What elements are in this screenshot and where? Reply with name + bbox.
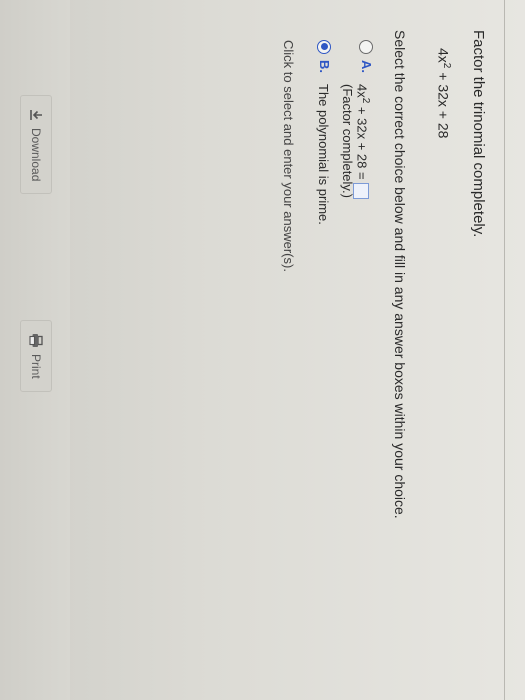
screen: Factor the trinomial completely. 4x2 + 3… bbox=[0, 0, 525, 700]
expr-base: 4x bbox=[435, 48, 452, 63]
print-label: Print bbox=[29, 354, 43, 379]
download-icon bbox=[29, 108, 43, 122]
choice-a-radio[interactable] bbox=[359, 40, 373, 54]
bottom-toolbar: Download Print bbox=[0, 0, 70, 700]
photo-stage: Factor the trinomial completely. 4x2 + 3… bbox=[0, 0, 525, 700]
choice-a-body: 4x2 + 32x + 28 = (Factor completely.) bbox=[338, 84, 374, 199]
choice-b-body: The polynomial is prime. bbox=[314, 84, 332, 225]
choice-a-note: (Factor completely.) bbox=[340, 84, 355, 198]
divider bbox=[504, 0, 505, 700]
choice-a-equation: 4x2 + 32x + 28 = bbox=[353, 84, 374, 199]
question-panel: Factor the trinomial completely. 4x2 + 3… bbox=[281, 30, 487, 670]
printer-icon bbox=[29, 333, 43, 348]
choice-a-base: 4x bbox=[354, 84, 370, 98]
download-button[interactable]: Download bbox=[20, 95, 52, 195]
choice-b-text: The polynomial is prime. bbox=[316, 84, 331, 225]
choice-a[interactable]: A. 4x2 + 32x + 28 = (Factor completely.) bbox=[338, 40, 374, 670]
choice-list: A. 4x2 + 32x + 28 = (Factor completely.)… bbox=[314, 40, 374, 670]
choice-b[interactable]: B. The polynomial is prime. bbox=[314, 40, 332, 670]
print-button[interactable]: Print bbox=[20, 320, 52, 392]
question-expression: 4x2 + 32x + 28 bbox=[434, 48, 458, 670]
instruction-text: Select the correct choice below and fill… bbox=[392, 30, 408, 519]
download-label: Download bbox=[29, 128, 43, 182]
expr-rest: + 32x + 28 bbox=[435, 68, 452, 139]
question-prompt: Factor the trinomial completely. bbox=[470, 30, 487, 238]
choice-b-radio[interactable] bbox=[317, 40, 331, 54]
choice-a-rest: + 32x + 28 = bbox=[354, 103, 370, 180]
choice-b-letter: B. bbox=[317, 60, 332, 73]
choice-a-letter: A. bbox=[359, 60, 374, 73]
answer-hint: Click to select and enter your answer(s)… bbox=[281, 40, 296, 272]
